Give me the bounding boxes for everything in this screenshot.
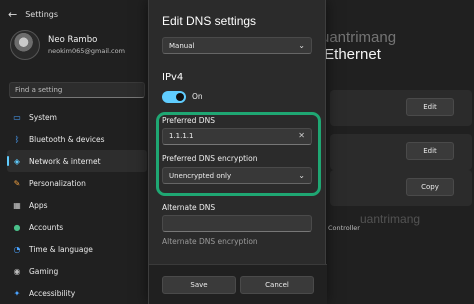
sidebar-item[interactable]: ▭ System [7,106,147,128]
sidebar-item[interactable]: ✎ Personalization [7,172,147,194]
copy-button[interactable]: Copy [406,178,454,196]
sidebar-item-label: Personalization [29,178,86,188]
watermark-text-faded: uantrimang [360,212,421,226]
sidebar-item-label: Time & language [29,244,93,254]
user-name: Neo Rambo [48,35,98,45]
back-arrow-icon[interactable]: ← [8,8,17,21]
dialog-title: Edit DNS settings [162,14,257,28]
edit-button[interactable]: Edit [406,142,454,160]
sidebar-item-label: Bluetooth & devices [29,134,105,144]
sidebar-item[interactable]: ◉ Gaming [7,260,147,282]
cancel-button[interactable]: Cancel [240,276,314,294]
avatar [10,30,40,60]
user-profile[interactable]: Neo Rambo neokim065@gmail.com [10,30,125,60]
sidebar-item[interactable]: ◈ Network & internet [7,150,147,172]
sidebar-item-label: Network & internet [29,156,101,166]
sidebar-item-label: Accounts [29,222,64,232]
sidebar-item-label: Accessibility [29,288,76,298]
settings-row: Edit [330,90,472,126]
sidebar-item[interactable]: ▦ Apps [7,194,147,216]
brush-icon: ✎ [13,178,21,188]
accessibility-icon: ✦ [13,288,21,298]
wifi-icon: ◈ [13,156,21,166]
alternate-encryption-label: Alternate DNS encryption [162,237,258,246]
sidebar-item-label: Apps [29,200,48,210]
dialog-footer: Save Cancel [149,264,327,304]
watermark-text: uantrimang [321,28,397,46]
sidebar-item-label: Gaming [29,266,59,276]
sidebar-item[interactable]: ● Accounts [7,216,147,238]
globe-clock-icon: ◔ [13,244,21,254]
sidebar-item[interactable]: ✦ Accessibility [7,282,147,304]
dns-mode-select[interactable]: Manual ⌄ [162,37,312,54]
sidebar-nav: ▭ System ᛒ Bluetooth & devices ◈ Network & in… [7,106,147,304]
apps-icon: ▦ [13,200,21,210]
toggle-label: On [192,92,203,101]
gamepad-icon: ◉ [13,266,21,276]
ipv4-toggle[interactable] [162,91,186,103]
user-email: neokim065@gmail.com [48,47,125,55]
chevron-down-icon: ⌄ [298,41,305,50]
ipv4-heading: IPv4 [162,72,184,83]
title-bar: ← Settings [8,8,58,21]
settings-row: Edit [330,134,472,170]
app-title: Settings [25,10,59,19]
sidebar-item[interactable]: ◔ Time & language [7,238,147,260]
highlight-frame [156,112,321,196]
edit-button[interactable]: Edit [406,98,454,116]
settings-row: Copy [330,170,472,206]
save-button[interactable]: Save [162,276,236,294]
sidebar-item-label: System [29,112,57,122]
person-icon: ● [13,222,21,232]
bluetooth-icon: ᛒ [14,134,20,144]
monitor-icon: ▭ [13,112,21,122]
dns-mode-value: Manual [169,41,195,50]
search-placeholder: Find a setting [15,86,63,94]
sidebar-item[interactable]: ᛒ Bluetooth & devices [7,128,147,150]
controller-text: Controller [328,224,360,232]
alternate-dns-label: Alternate DNS [162,203,216,212]
search-input[interactable]: Find a setting [9,82,145,98]
alternate-dns-input[interactable] [162,215,312,232]
